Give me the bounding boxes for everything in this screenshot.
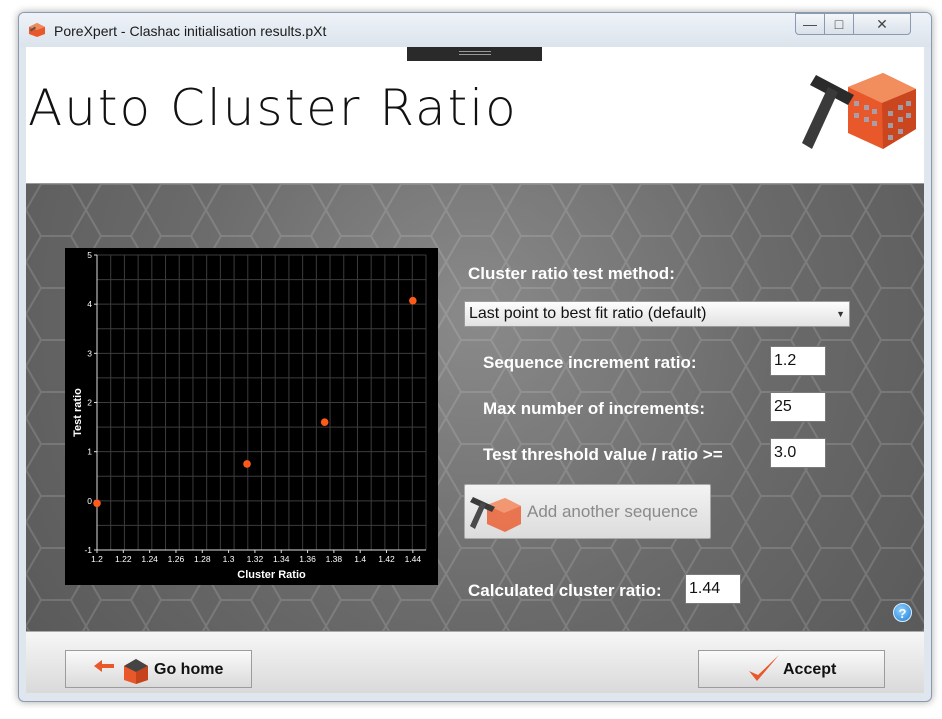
method-label: Cluster ratio test method: bbox=[468, 264, 675, 283]
x-tick-label: 1.3 bbox=[223, 554, 235, 564]
data-point bbox=[320, 418, 329, 426]
threshold-input[interactable]: 3.0 bbox=[770, 438, 826, 468]
max-increments-label: Max number of increments: bbox=[483, 399, 705, 418]
method-selected-value: Last point to best fit ratio (default) bbox=[469, 305, 707, 322]
main-panel: 1.2 1.22 1.24 1.26 1.28 1.3 1.32 1.34 1.36 1.38 1.… bbox=[26, 183, 924, 631]
title-bar: PoreXpert - Clashac initialisation resul… bbox=[19, 13, 931, 47]
hammer-brick-icon bbox=[470, 497, 521, 532]
calc-ratio-input[interactable]: 1.44 bbox=[685, 574, 741, 604]
maximize-icon: □ bbox=[834, 16, 844, 32]
minimize-icon: — bbox=[803, 16, 817, 32]
chevron-down-icon: ▼ bbox=[836, 309, 845, 319]
go-home-label: Go home bbox=[154, 661, 224, 678]
page-title: Auto Cluster Ratio bbox=[28, 79, 518, 137]
window-title: PoreXpert - Clashac initialisation resul… bbox=[54, 23, 327, 39]
maximize-button[interactable]: □ bbox=[824, 13, 854, 35]
x-tick-label: 1.38 bbox=[326, 554, 343, 564]
panel-grip-handle[interactable] bbox=[407, 47, 542, 61]
x-tick-label: 1.36 bbox=[299, 554, 316, 564]
x-tick-label: 1.24 bbox=[141, 554, 158, 564]
max-increments-input[interactable]: 25 bbox=[770, 392, 826, 422]
window-content: Auto Cluster Ratio 1.2 1.22 1.24 1.26 1.… bbox=[26, 47, 924, 693]
calc-ratio-label: Calculated cluster ratio: bbox=[468, 581, 662, 600]
method-select[interactable]: Last point to best fit ratio (default) ▼ bbox=[464, 301, 850, 327]
x-axis-label: Cluster Ratio bbox=[237, 569, 306, 581]
x-tick-label: 1.34 bbox=[273, 554, 290, 564]
accept-label: Accept bbox=[783, 661, 837, 678]
go-home-button[interactable]: Go home bbox=[65, 650, 252, 688]
x-tick-label: 1.4 bbox=[354, 554, 366, 564]
accept-button[interactable]: Accept bbox=[698, 650, 885, 688]
x-tick-label: 1.44 bbox=[405, 554, 422, 564]
close-icon: ✕ bbox=[876, 16, 888, 32]
y-tick-label: 2 bbox=[87, 398, 92, 408]
seq-increment-input[interactable]: 1.2 bbox=[770, 346, 826, 376]
y-tick-label: 0 bbox=[87, 496, 92, 506]
x-tick-label: 1.22 bbox=[115, 554, 132, 564]
data-point bbox=[93, 499, 101, 508]
help-icon[interactable]: ? bbox=[893, 603, 912, 622]
porexpert-app-icon bbox=[29, 23, 45, 37]
x-tick-label: 1.28 bbox=[194, 554, 211, 564]
x-tick-label: 1.32 bbox=[247, 554, 264, 564]
add-sequence-button[interactable]: Add another sequence bbox=[464, 484, 711, 539]
x-tick-label: 1.42 bbox=[378, 554, 395, 564]
y-tick-label: -1 bbox=[84, 545, 92, 555]
footer-bar: Go home Accept bbox=[26, 631, 924, 693]
seq-increment-label: Sequence increment ratio: bbox=[483, 353, 697, 372]
checkmark-icon bbox=[749, 655, 779, 681]
y-axis-label: Test ratio bbox=[72, 388, 84, 437]
x-tick-label: 1.26 bbox=[168, 554, 185, 564]
minimize-button[interactable]: — bbox=[795, 13, 825, 35]
app-window: PoreXpert - Clashac initialisation resul… bbox=[18, 12, 932, 702]
hammer-brick-logo-icon bbox=[802, 73, 916, 149]
threshold-label: Test threshold value / ratio >= bbox=[483, 445, 723, 464]
y-tick-label: 5 bbox=[87, 250, 92, 260]
add-sequence-label: Add another sequence bbox=[527, 502, 699, 521]
y-tick-label: 3 bbox=[87, 348, 92, 358]
home-arrow-icon bbox=[94, 659, 148, 684]
scatter-plot: 1.2 1.22 1.24 1.26 1.28 1.3 1.32 1.34 1.36 1.38 1.… bbox=[72, 250, 427, 581]
cluster-ratio-chart: 1.2 1.22 1.24 1.26 1.28 1.3 1.32 1.34 1.36 1.38 1.… bbox=[65, 248, 438, 585]
x-tick-label: 1.2 bbox=[91, 554, 103, 564]
data-point bbox=[243, 460, 251, 468]
close-button[interactable]: ✕ bbox=[853, 13, 911, 35]
data-point bbox=[409, 296, 417, 305]
y-tick-label: 4 bbox=[87, 299, 92, 309]
y-tick-label: 1 bbox=[87, 447, 92, 457]
